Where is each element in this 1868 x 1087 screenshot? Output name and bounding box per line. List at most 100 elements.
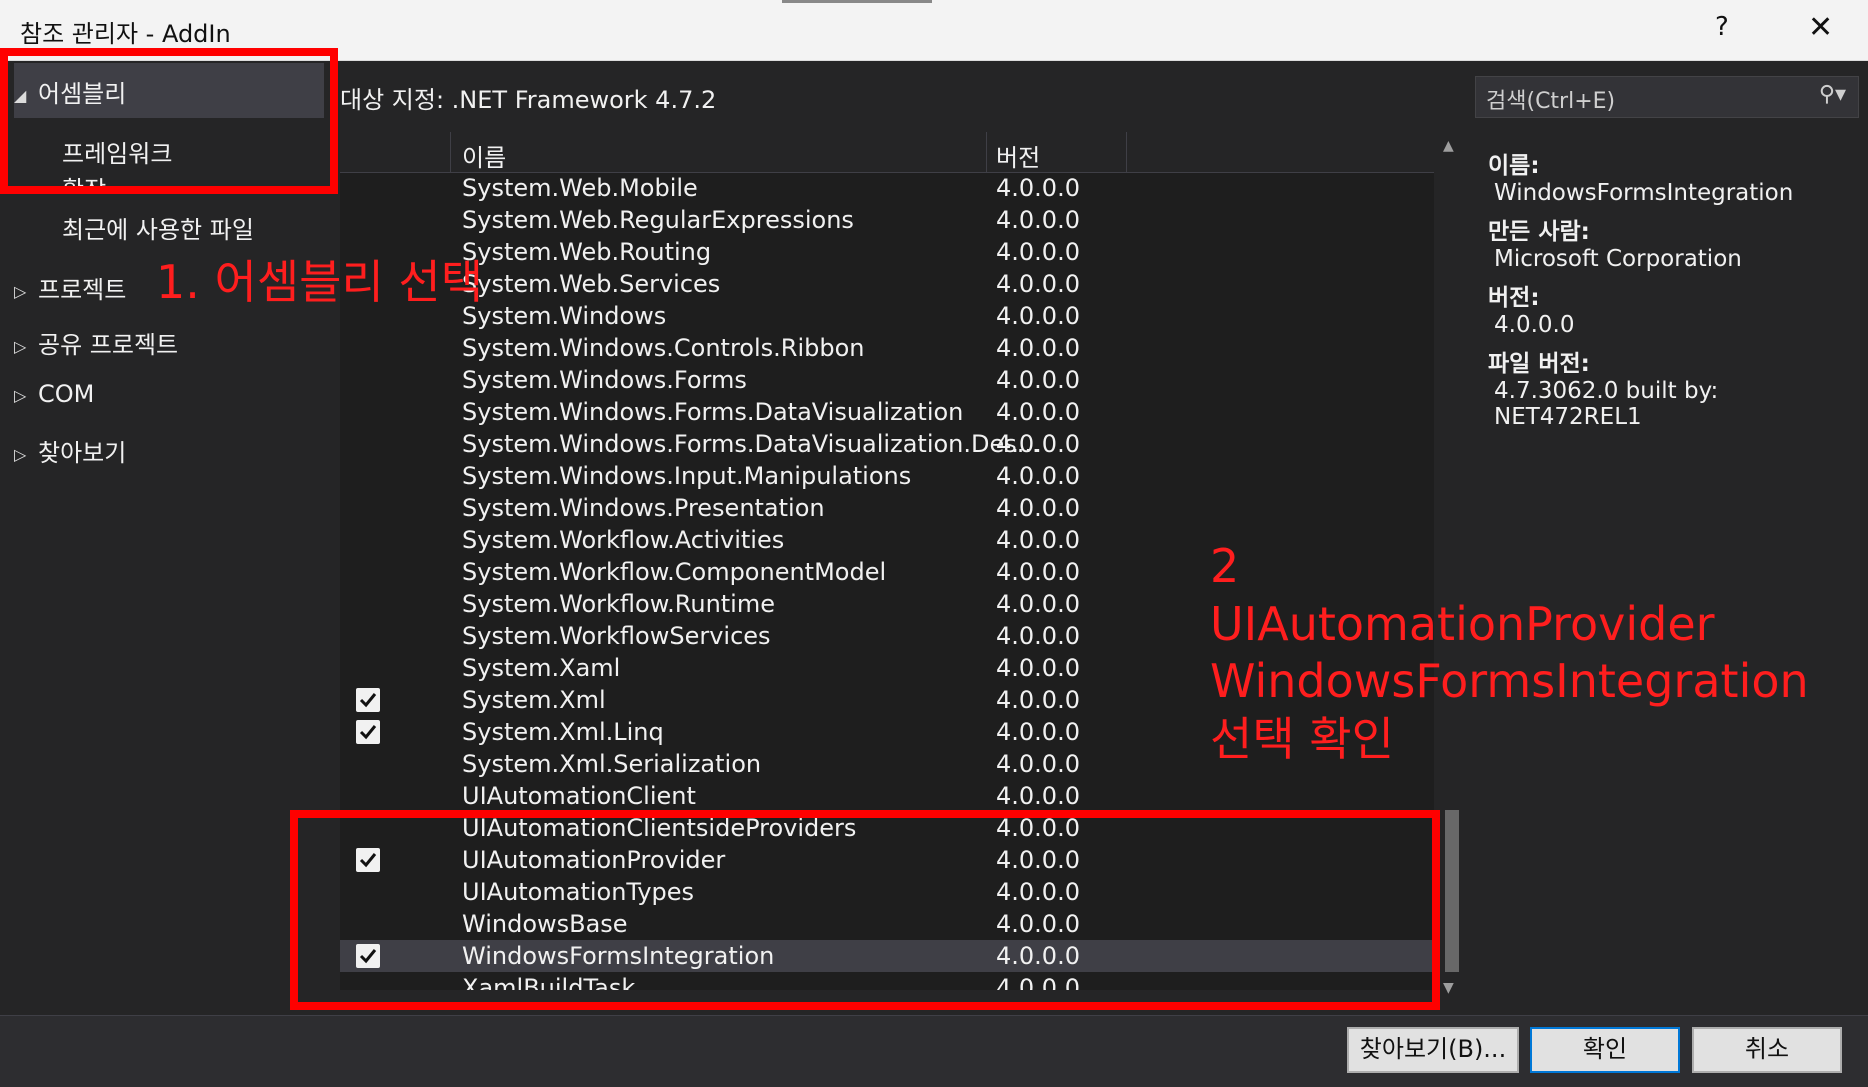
detail-label: 이름: [1488, 153, 1540, 179]
row-version: 4.0.0.0 [996, 206, 1080, 234]
row-version: 4.0.0.0 [996, 238, 1080, 266]
nav-item-shared-projects[interactable]: ▷ 공유 프로젝트 [14, 325, 178, 360]
row-version: 4.0.0.0 [996, 174, 1080, 202]
nav-item-browse[interactable]: ▷ 찾아보기 [14, 433, 126, 468]
annotation-step1: 1. 어셈블리 선택 [156, 255, 484, 309]
detail-value: Microsoft Corporation [1494, 246, 1742, 272]
column-separator [986, 132, 987, 172]
row-version: 4.0.0.0 [996, 750, 1080, 778]
browse-button[interactable]: 찾아보기(B)... [1347, 1027, 1519, 1073]
annotation-step2-line3: 선택 확인 [1210, 711, 1394, 766]
row-name: System.Web.Routing [462, 238, 712, 266]
row-version: 4.0.0.0 [996, 462, 1080, 490]
table-row[interactable]: System.Windows.Forms.DataVisualization.D… [340, 428, 1434, 460]
search-icon[interactable]: ⚲▾ [1819, 82, 1846, 107]
row-version: 4.0.0.0 [996, 718, 1080, 746]
row-name: System.Windows.Forms [462, 366, 747, 394]
nav-item-projects[interactable]: ▷ 프로젝트 [14, 270, 126, 305]
search-placeholder: 검색(Ctrl+E) [1486, 89, 1616, 114]
row-name: System.Xml.Linq [462, 718, 664, 746]
details-panel: 이름: WindowsFormsIntegration 만든 사람: Micro… [1488, 146, 1868, 436]
table-row[interactable]: System.Windows.Controls.Ribbon 4.0.0.0 [340, 332, 1434, 364]
row-name: System.Web.Mobile [462, 174, 698, 202]
row-version: 4.0.0.0 [996, 526, 1080, 554]
row-version: 4.0.0.0 [996, 654, 1080, 682]
nav-label: 찾아보기 [38, 439, 127, 467]
target-framework-label: 대상 지정: .NET Framework 4.7.2 [340, 86, 717, 114]
scroll-thumb[interactable] [1445, 810, 1459, 972]
detail-label: 버전: [1488, 285, 1540, 311]
table-row[interactable]: System.Windows.Forms.DataVisualization 4.… [340, 396, 1434, 428]
row-name: System.WorkflowServices [462, 622, 771, 650]
column-separator [1126, 132, 1127, 172]
table-row[interactable]: System.Web.Routing 4.0.0.0 [340, 236, 1434, 268]
title-accent [782, 0, 932, 3]
row-version: 4.0.0.0 [996, 398, 1080, 426]
table-row[interactable]: System.Web.RegularExpressions 4.0.0.0 [340, 204, 1434, 236]
row-name: System.Xml [462, 686, 606, 714]
table-row[interactable]: System.Windows 4.0.0.0 [340, 300, 1434, 332]
row-version: 4.0.0.0 [996, 430, 1080, 458]
window-title: 참조 관리자 - AddIn [20, 20, 231, 48]
row-version: 4.0.0.0 [996, 494, 1080, 522]
column-header-name[interactable]: 이름 [462, 138, 506, 173]
nav-label: COM [38, 380, 95, 408]
row-name: System.Xaml [462, 654, 621, 682]
annotation-step2: 2 UIAutomationProvider WindowsFormsInteg… [1210, 538, 1809, 768]
annotation-box-step1 [0, 48, 338, 194]
checkbox-checked-icon[interactable] [356, 688, 380, 712]
annotation-step2-line1: UIAutomationProvider [1210, 596, 1715, 651]
scroll-down-arrow-icon[interactable]: ▼ [1443, 980, 1454, 996]
list-header: 이름 버전 [340, 132, 1434, 173]
row-version: 4.0.0.0 [996, 302, 1080, 330]
ok-button[interactable]: 확인 [1530, 1027, 1680, 1073]
row-name: System.Windows.Forms.DataVisualization.D… [462, 430, 1040, 458]
row-version: 4.0.0.0 [996, 590, 1080, 618]
row-name: System.Windows [462, 302, 667, 330]
detail-label: 만든 사람: [1488, 219, 1590, 245]
row-name: System.Windows.Presentation [462, 494, 825, 522]
row-name: System.Workflow.Activities [462, 526, 785, 554]
detail-value: 4.7.3062.0 built by: NET472REL1 [1494, 378, 1719, 430]
nav-item-recent[interactable]: 최근에 사용한 파일 [62, 210, 254, 245]
nav-item-com[interactable]: ▷ COM [14, 380, 94, 408]
nav-label: 공유 프로젝트 [38, 331, 179, 359]
search-input[interactable]: 검색(Ctrl+E) ⚲▾ [1475, 76, 1859, 118]
column-header-version[interactable]: 버전 [996, 138, 1040, 173]
row-version: 4.0.0.0 [996, 366, 1080, 394]
detail-version: 버전: 4.0.0.0 [1488, 278, 1868, 338]
table-row[interactable]: System.Windows.Input.Manipulations 4.0.0.… [340, 460, 1434, 492]
help-button[interactable]: ? [1715, 12, 1729, 42]
detail-value: WindowsFormsIntegration [1494, 180, 1794, 206]
row-name: System.Windows.Input.Manipulations [462, 462, 912, 490]
collapsed-arrow-icon: ▷ [14, 336, 27, 356]
close-icon[interactable]: ✕ [1808, 10, 1833, 45]
row-version: 4.0.0.0 [996, 686, 1080, 714]
row-version: 4.0.0.0 [996, 334, 1080, 362]
row-name: System.Windows.Controls.Ribbon [462, 334, 865, 362]
table-row[interactable]: System.Web.Services 4.0.0.0 [340, 268, 1434, 300]
table-row[interactable]: System.Windows.Presentation 4.0.0.0 [340, 492, 1434, 524]
row-version: 4.0.0.0 [996, 558, 1080, 586]
detail-value: 4.0.0.0 [1494, 312, 1575, 338]
row-name: System.Workflow.Runtime [462, 590, 775, 618]
collapsed-arrow-icon: ▷ [14, 385, 27, 405]
detail-name: 이름: WindowsFormsIntegration [1488, 146, 1868, 206]
row-version: 4.0.0.0 [996, 270, 1080, 298]
table-row[interactable]: System.Windows.Forms 4.0.0.0 [340, 364, 1434, 396]
row-version: 4.0.0.0 [996, 622, 1080, 650]
table-row[interactable]: UIAutomationClient 4.0.0.0 [340, 780, 1434, 812]
cancel-button[interactable]: 취소 [1692, 1027, 1842, 1073]
row-name: System.Web.RegularExpressions [462, 206, 854, 234]
nav-label: 프로젝트 [38, 276, 127, 304]
detail-file-version: 파일 버전: 4.7.3062.0 built by: NET472REL1 [1488, 344, 1868, 430]
annotation-step2-line2: WindowsFormsIntegration [1210, 654, 1809, 708]
collapsed-arrow-icon: ▷ [14, 444, 27, 464]
table-row[interactable]: System.Web.Mobile 4.0.0.0 [340, 172, 1434, 204]
scroll-up-arrow-icon[interactable]: ▲ [1443, 138, 1454, 154]
row-name: UIAutomationClient [462, 782, 696, 810]
detail-author: 만든 사람: Microsoft Corporation [1488, 212, 1868, 272]
row-version: 4.0.0.0 [996, 782, 1080, 810]
row-name: System.Workflow.ComponentModel [462, 558, 887, 586]
checkbox-checked-icon[interactable] [356, 720, 380, 744]
